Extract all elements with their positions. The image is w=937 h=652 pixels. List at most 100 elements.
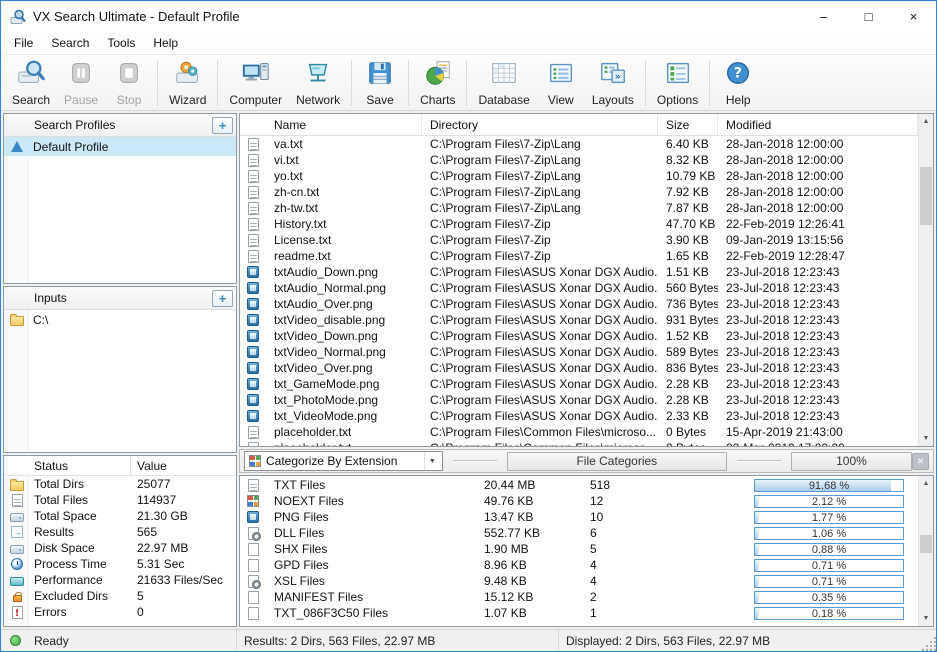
table-row[interactable]: txtVideo_Over.png C:\Program Files\ASUS … (240, 360, 918, 376)
file-size: 2.33 KB (658, 408, 718, 424)
status-row-label: Errors (30, 605, 131, 619)
wizard-button[interactable]: Wizard (162, 58, 213, 108)
category-row[interactable]: XSL Files 9.48 KB 4 0.71 % (240, 573, 918, 589)
categorize-dropdown[interactable]: Categorize By Extension ▼ (244, 451, 443, 471)
table-row[interactable]: txtVideo_Normal.png C:\Program Files\ASU… (240, 344, 918, 360)
column-header-value[interactable]: Value (131, 459, 167, 473)
category-row[interactable]: DLL Files 552.77 KB 6 1.06 % (240, 525, 918, 541)
column-header-icon (240, 114, 266, 135)
table-row[interactable]: txt_GameMode.png C:\Program Files\ASUS X… (240, 376, 918, 392)
database-button[interactable]: Database (471, 58, 536, 108)
search-profiles-panel: Search Profiles + Default Profile (3, 113, 237, 284)
scrollbar-thumb[interactable] (920, 535, 932, 553)
stop-button[interactable]: Stop (105, 58, 153, 108)
table-row[interactable]: txt_VideoMode.png C:\Program Files\ASUS … (240, 408, 918, 424)
profile-list-item[interactable]: Default Profile (4, 137, 236, 156)
scrollbar-track[interactable] (919, 129, 933, 431)
file-categories-button[interactable]: File Categories (507, 452, 728, 471)
menu-help[interactable]: Help (144, 32, 187, 54)
table-row[interactable]: txt_PhotoMode.png C:\Program Files\ASUS … (240, 392, 918, 408)
column-header-status[interactable]: Status (4, 456, 131, 475)
minimize-button[interactable]: – (801, 1, 846, 32)
chevron-down-icon[interactable]: ▼ (424, 452, 440, 470)
resize-grip[interactable] (920, 635, 936, 651)
percent-label: 2.12 % (755, 496, 903, 507)
help-button[interactable]: ? Help (714, 58, 762, 108)
table-row[interactable]: zh-cn.txt C:\Program Files\7-Zip\Lang 7.… (240, 184, 918, 200)
charts-button[interactable]: Charts (413, 58, 462, 108)
table-row[interactable]: txtAudio_Over.png C:\Program Files\ASUS … (240, 296, 918, 312)
menu-file[interactable]: File (5, 32, 42, 54)
table-row[interactable]: History.txt C:\Program Files\7-Zip 47.70… (240, 216, 918, 232)
search-button[interactable]: Search (5, 58, 57, 108)
table-row[interactable]: txtAudio_Down.png C:\Program Files\ASUS … (240, 264, 918, 280)
table-row[interactable]: zh-tw.txt C:\Program Files\7-Zip\Lang 7.… (240, 200, 918, 216)
table-row[interactable]: placeholder.txt C:\Program Files\Common … (240, 424, 918, 440)
category-list-scrollbar[interactable]: ▲ ▼ (918, 476, 933, 626)
table-row[interactable]: License.txt C:\Program Files\7-Zip 3.90 … (240, 232, 918, 248)
add-input-button[interactable]: + (212, 290, 233, 307)
column-header-modified[interactable]: Modified (718, 114, 918, 135)
maximize-button[interactable]: □ (846, 1, 891, 32)
category-list: TXT Files 20.44 MB 518 91.68 % NOEXT Fil… (240, 476, 918, 626)
menu-search[interactable]: Search (42, 32, 98, 54)
file-name: va.txt (266, 136, 422, 152)
pause-button[interactable]: Pause (57, 58, 105, 108)
column-header-directory[interactable]: Directory (422, 114, 658, 135)
table-row[interactable]: readme.txt C:\Program Files\7-Zip 1.65 K… (240, 248, 918, 264)
menu-tools[interactable]: Tools (98, 32, 144, 54)
category-row[interactable]: SHX Files 1.90 MB 5 0.88 % (240, 541, 918, 557)
category-row[interactable]: TXT_086F3C50 Files 1.07 KB 1 0.18 % (240, 605, 918, 621)
file-modified: 28-Jan-2018 12:00:00 (718, 168, 918, 184)
add-profile-button[interactable]: + (212, 117, 233, 134)
category-row[interactable]: TXT Files 20.44 MB 518 91.68 % (240, 477, 918, 493)
file-type-icon (248, 218, 259, 231)
table-row[interactable]: va.txt C:\Program Files\7-Zip\Lang 6.40 … (240, 136, 918, 152)
save-button[interactable]: Save (356, 58, 404, 108)
input-list-item[interactable]: C:\ (4, 310, 236, 329)
options-button[interactable]: Options (650, 58, 705, 108)
scroll-down-icon[interactable]: ▼ (919, 431, 933, 446)
scroll-down-icon[interactable]: ▼ (919, 611, 933, 626)
file-list-scrollbar[interactable]: ▲ ▼ (918, 114, 933, 446)
percent-bar: 0.71 % (754, 575, 904, 588)
close-button[interactable]: × (891, 1, 936, 32)
zoom-level-button[interactable]: 100% (791, 452, 912, 471)
scroll-up-icon[interactable]: ▲ (919, 114, 933, 129)
file-modified: 23-Jul-2018 12:23:43 (718, 392, 918, 408)
table-row[interactable]: txtVideo_disable.png C:\Program Files\AS… (240, 312, 918, 328)
file-directory: C:\Program Files\7-Zip (422, 232, 658, 248)
wizard-gears-icon (173, 58, 203, 91)
scrollbar-thumb[interactable] (920, 167, 932, 225)
category-count: 4 (582, 574, 754, 589)
displayed-segment: Displayed: 2 Dirs, 563 Files, 22.97 MB (559, 630, 920, 651)
column-header-name[interactable]: Name (266, 114, 422, 135)
file-size: 47.70 KB (658, 216, 718, 232)
table-row[interactable]: placeholder.txt C:\Program Files\Common … (240, 440, 918, 446)
category-type-icon (248, 527, 259, 540)
category-row[interactable]: MANIFEST Files 15.12 KB 2 0.35 % (240, 589, 918, 605)
column-header-size[interactable]: Size (658, 114, 718, 135)
scrollbar-track[interactable] (919, 491, 933, 611)
category-row[interactable]: PNG Files 13.47 KB 10 1.77 % (240, 509, 918, 525)
view-button[interactable]: View (537, 58, 585, 108)
toolbar-separator (466, 60, 467, 106)
close-categories-button[interactable]: × (912, 453, 929, 470)
view-list-icon (546, 58, 576, 91)
scroll-up-icon[interactable]: ▲ (919, 476, 933, 491)
category-name: TXT_086F3C50 Files (266, 606, 478, 621)
ready-segment: Ready (1, 630, 237, 651)
table-row[interactable]: yo.txt C:\Program Files\7-Zip\Lang 10.79… (240, 168, 918, 184)
category-row[interactable]: NOEXT Files 49.76 KB 12 2.12 % (240, 493, 918, 509)
category-row[interactable]: GPD Files 8.96 KB 4 0.71 % (240, 557, 918, 573)
table-row[interactable]: txtAudio_Normal.png C:\Program Files\ASU… (240, 280, 918, 296)
category-name: DLL Files (266, 526, 478, 541)
table-row[interactable]: txtVideo_Down.png C:\Program Files\ASUS … (240, 328, 918, 344)
percent-bar: 0.35 % (754, 591, 904, 604)
computer-button[interactable]: Computer (222, 58, 289, 108)
table-row[interactable]: vi.txt C:\Program Files\7-Zip\Lang 8.32 … (240, 152, 918, 168)
category-type-icon (248, 607, 259, 620)
status-row-value: 21.30 GB (131, 509, 188, 523)
network-button[interactable]: Network (289, 58, 347, 108)
layouts-button[interactable]: » Layouts (585, 58, 641, 108)
